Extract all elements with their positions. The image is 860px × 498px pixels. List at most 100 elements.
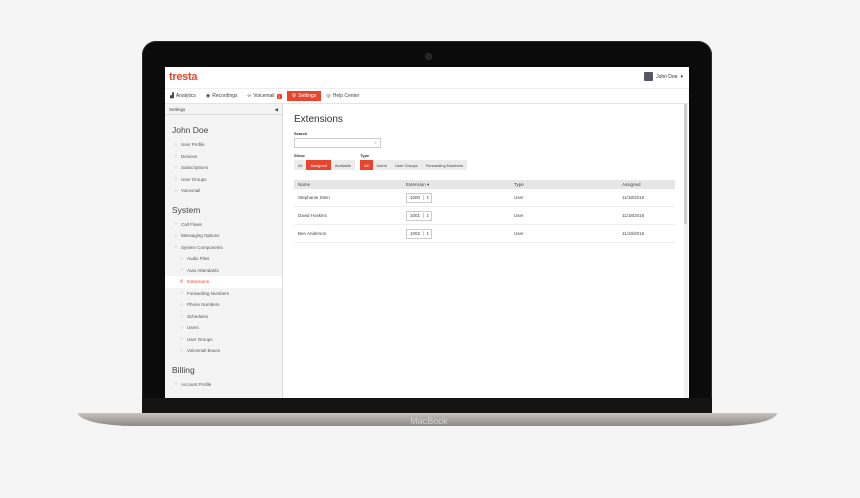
sidebar-item-label: Extensions xyxy=(187,279,210,285)
nav-help-center[interactable]: ◎ Help Center xyxy=(321,91,364,101)
cell-name: David Hoskins xyxy=(294,206,402,225)
gear-icon: ⚙ xyxy=(291,93,297,99)
sidebar-item-audio-files[interactable]: ○ Audio Files xyxy=(165,253,282,265)
cell-type: User xyxy=(510,224,618,243)
table-row: Stephanie Stein 1000 ⇕ User 11/18/2016 xyxy=(294,189,675,207)
extension-value: 1000 xyxy=(410,195,421,200)
cell-name: Ben Anderson xyxy=(294,224,402,243)
user-menu[interactable]: John Doe ▾ xyxy=(644,72,683,81)
sidebar-item-auto-attendants[interactable]: ○ Auto Attendants xyxy=(165,265,282,277)
sidebar-item-subscriptions[interactable]: ○ Subscriptions xyxy=(165,162,282,174)
filter-option[interactable]: Users xyxy=(372,160,391,170)
cell-type: User xyxy=(510,206,618,225)
updown-icon: ⇕ xyxy=(423,213,431,218)
sidebar-item-label: Phone Numbers xyxy=(187,302,220,308)
main-nav: ▟ Analytics ◉ Recordings ∞ Voicemail 1 ⚙ Setting… xyxy=(165,89,689,104)
sidebar-item-label: Messaging Options xyxy=(181,233,220,239)
item-icon: ○ xyxy=(173,153,178,160)
sidebar-item-account-profile[interactable]: ○ Account Profile xyxy=(165,379,282,391)
type-filter: Type All Users User Groups Forwarding Numbe… xyxy=(360,153,468,170)
user-name: John Doe xyxy=(656,73,678,80)
filter-option[interactable]: Assigned xyxy=(306,160,331,170)
column-header[interactable]: Extension ▾ xyxy=(402,180,510,189)
sidebar-item-user-groups[interactable]: ○ User Groups xyxy=(165,174,282,186)
app-logo[interactable]: tresta xyxy=(169,71,197,83)
nav-recordings[interactable]: ◉ Recordings xyxy=(201,91,243,101)
filter-option[interactable]: Available xyxy=(330,160,356,170)
sidebar: Settings ◀ John Doe ○ User Profile ○ Devices… xyxy=(165,104,283,398)
sidebar-item-label: Users xyxy=(187,325,199,331)
cell-name: Stephanie Stein xyxy=(294,189,402,207)
sidebar-item-label: Devices xyxy=(181,153,198,159)
sidebar-sections: John Doe ○ User Profile ○ Devices ○ Subscripti… xyxy=(165,125,282,390)
sidebar-item-phone-numbers[interactable]: ○ Phone Numbers xyxy=(165,299,282,311)
updown-icon: ⇕ xyxy=(423,195,431,200)
search-label: Search xyxy=(294,131,308,136)
collapse-icon[interactable]: ◀ xyxy=(275,107,278,114)
sidebar-item-label: Schedules xyxy=(187,313,209,319)
nav-label: Voicemail xyxy=(253,93,275,99)
filter-option[interactable]: User Groups xyxy=(391,160,422,170)
nav-settings[interactable]: ⚙ Settings xyxy=(286,91,322,101)
cell-extension: 1000 ⇕ xyxy=(402,189,510,207)
sidebar-item-users[interactable]: ○ Users xyxy=(165,322,282,334)
main-content: Extensions Search ⌕ Show All Assigned Avai… xyxy=(294,114,684,243)
sidebar-item-devices[interactable]: ○ Devices xyxy=(165,151,282,163)
item-icon: ○ xyxy=(179,290,184,297)
sidebar-section-title: System xyxy=(172,204,201,215)
sidebar-item-label: Call Flows xyxy=(181,221,202,227)
avatar xyxy=(644,72,654,81)
extension-select[interactable]: 1000 ⇕ xyxy=(406,192,433,203)
table-header-row: Name Extension ▾ Type Assigned xyxy=(294,180,675,189)
item-icon: ○ xyxy=(179,301,184,308)
sidebar-item-label: Auto Attendants xyxy=(187,267,219,273)
filter-option[interactable]: All xyxy=(294,160,307,170)
search-icon: ⌕ xyxy=(374,140,377,145)
sidebar-item-extensions[interactable]: # Extensions xyxy=(165,276,282,288)
show-label: Show xyxy=(294,153,305,158)
sidebar-item-user-groups[interactable]: ○ User Groups xyxy=(165,334,282,346)
sidebar-item-label: User Groups xyxy=(187,336,213,342)
show-segment: All Assigned Available xyxy=(294,160,356,170)
sidebar-section-title: Billing xyxy=(172,364,195,375)
top-bar: tresta John Doe ▾ xyxy=(165,67,689,89)
sidebar-item-schedules[interactable]: ○ Schedules xyxy=(165,311,282,323)
extension-value: 1001 xyxy=(410,213,421,218)
sidebar-item-label: Account Profile xyxy=(181,381,212,387)
column-header[interactable]: Assigned xyxy=(618,180,675,189)
nav-analytics[interactable]: ▟ Analytics xyxy=(165,91,201,101)
chart-icon: ▟ xyxy=(170,93,174,99)
filter-option[interactable]: All xyxy=(360,160,373,170)
column-header[interactable]: Type xyxy=(510,180,618,189)
item-icon: ○ xyxy=(179,313,184,320)
sidebar-item-label: User Groups xyxy=(181,176,207,182)
show-filter: Show All Assigned Available xyxy=(294,153,356,170)
sidebar-item-call-flows[interactable]: ○ Call Flows xyxy=(165,219,282,231)
nav-voicemail[interactable]: ∞ Voicemail 1 xyxy=(243,91,287,101)
sidebar-item-messaging-options[interactable]: ○ Messaging Options xyxy=(165,230,282,242)
chevron-down-icon: ▾ xyxy=(680,73,683,80)
item-icon: ○ xyxy=(173,381,178,388)
sidebar-item-label: System Components xyxy=(181,244,223,250)
filter-option[interactable]: Forwarding Numbers xyxy=(421,160,468,170)
search-input[interactable]: ⌕ xyxy=(294,138,381,148)
item-icon: ○ xyxy=(173,244,178,251)
sidebar-item-forwarding-numbers[interactable]: ○ Forwarding Numbers xyxy=(165,288,282,300)
table-body: Stephanie Stein 1000 ⇕ User 11/18/2016 David … xyxy=(294,189,675,243)
type-segment: All Users User Groups Forwarding Numbers xyxy=(360,160,468,170)
laptop-hinge xyxy=(142,398,712,413)
scrollbar-thumb[interactable] xyxy=(684,104,687,224)
sidebar-item-voicemail[interactable]: ○ Voicemail xyxy=(165,185,282,197)
extension-select[interactable]: 1001 ⇕ xyxy=(406,210,433,221)
scrollbar[interactable] xyxy=(684,104,688,398)
badge: 1 xyxy=(276,93,282,99)
sidebar-item-system-components[interactable]: ○ System Components xyxy=(165,242,282,254)
sidebar-item-voicemail-boxes[interactable]: ○ Voicemail Boxes xyxy=(165,345,282,357)
filters: Show All Assigned Available Type All Users U… xyxy=(294,153,684,170)
extension-select[interactable]: 1002 ⇕ xyxy=(406,228,433,239)
sidebar-item-label: User Profile xyxy=(181,142,205,148)
column-header[interactable]: Name xyxy=(294,180,402,189)
hash-icon: # xyxy=(180,278,183,285)
sidebar-item-user-profile[interactable]: ○ User Profile xyxy=(165,139,282,151)
device-brand: MacBook xyxy=(410,416,448,426)
